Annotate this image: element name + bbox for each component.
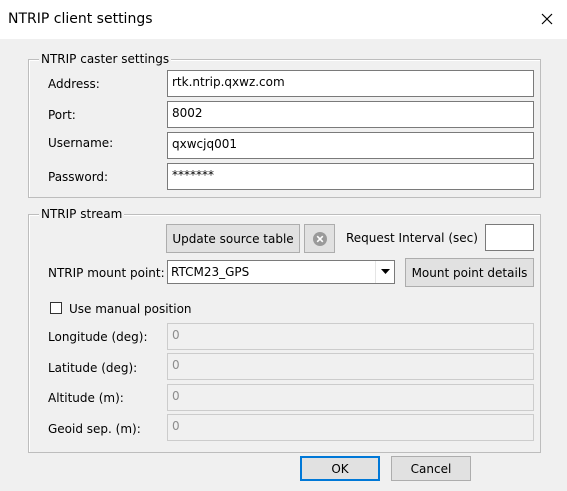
port-label: Port: (48, 108, 76, 122)
update-source-table-button[interactable]: Update source table (166, 224, 300, 253)
latitude-field[interactable]: 0 (167, 353, 534, 380)
use-manual-position-checkbox[interactable] (50, 302, 62, 314)
altitude-label: Altitude (m): (48, 391, 124, 405)
altitude-field[interactable]: 0 (167, 384, 534, 411)
cancel-circle-icon (312, 231, 327, 246)
title-bar: NTRIP client settings (0, 0, 567, 39)
mount-point-details-button[interactable]: Mount point details (405, 258, 534, 287)
password-field[interactable]: ******* (167, 163, 534, 190)
mount-point-dropdown[interactable]: RTCM23_GPS (167, 260, 395, 284)
latitude-label: Latitude (deg): (48, 361, 138, 375)
address-field[interactable]: rtk.ntrip.qxwz.com (167, 70, 534, 97)
chevron-down-icon (380, 269, 390, 274)
dialog-body: NTRIP caster settings Address: rtk.ntrip… (0, 39, 567, 491)
close-button[interactable] (532, 6, 562, 32)
mount-point-label: NTRIP mount point: (48, 266, 165, 280)
dropdown-arrow[interactable] (375, 261, 394, 283)
address-label: Address: (48, 77, 100, 91)
request-interval-field[interactable] (485, 224, 534, 251)
cancel-button[interactable]: Cancel (391, 456, 471, 481)
close-icon (541, 13, 553, 25)
window-title: NTRIP client settings (8, 11, 153, 27)
stream-group-title: NTRIP stream (39, 206, 125, 222)
use-manual-position-label[interactable]: Use manual position (69, 301, 192, 317)
clear-source-table-button[interactable] (304, 224, 335, 253)
longitude-field[interactable]: 0 (167, 323, 534, 350)
port-field[interactable]: 8002 (167, 101, 534, 128)
geoid-sep-field[interactable]: 0 (167, 414, 534, 441)
longitude-label: Longitude (deg): (48, 330, 148, 344)
caster-settings-title: NTRIP caster settings (39, 51, 172, 67)
password-label: Password: (48, 170, 109, 184)
request-interval-label: Request Interval (sec) (346, 231, 478, 245)
geoid-sep-label: Geoid sep. (m): (48, 422, 141, 436)
username-field[interactable]: qxwcjq001 (167, 132, 534, 159)
username-label: Username: (48, 136, 114, 150)
mount-point-value: RTCM23_GPS (171, 265, 250, 279)
ok-button[interactable]: OK (300, 456, 380, 481)
